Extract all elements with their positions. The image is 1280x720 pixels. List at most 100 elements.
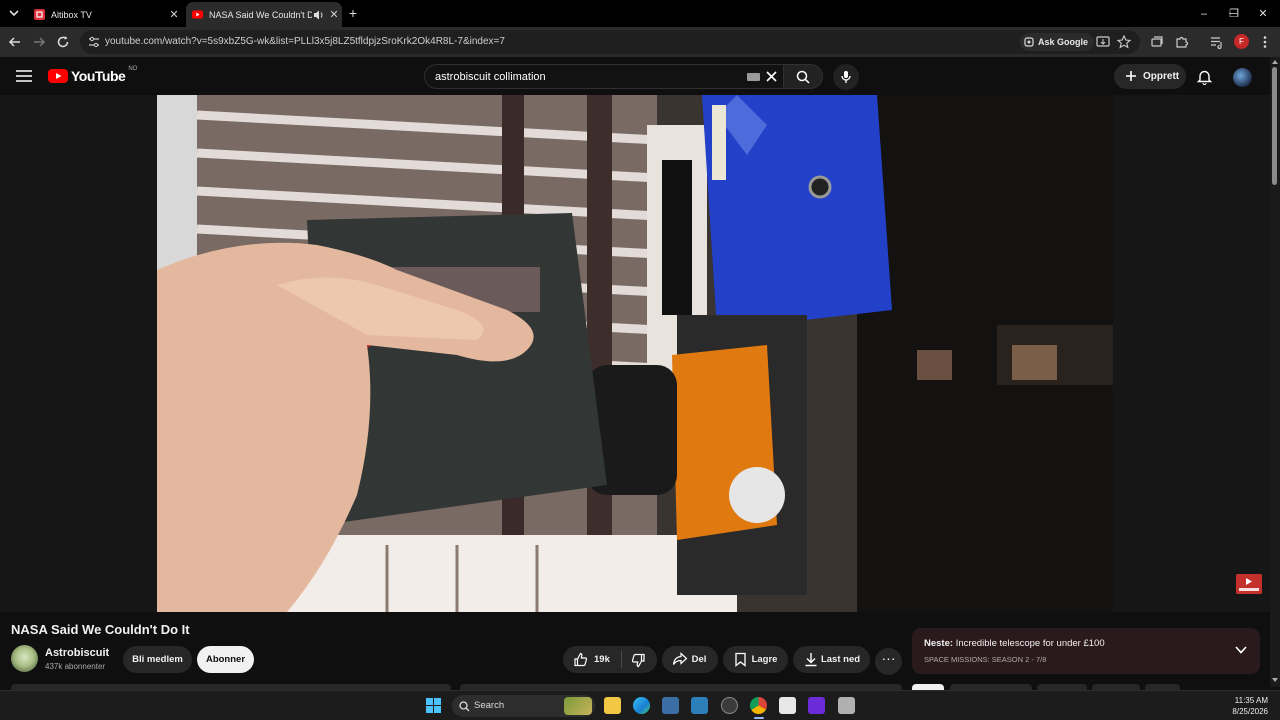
video-frame[interactable] — [157, 95, 1113, 612]
audio-playing-icon[interactable] — [312, 9, 326, 21]
share-button[interactable]: Del — [662, 646, 718, 673]
tab-groups-icon[interactable] — [1149, 34, 1165, 50]
subscriber-count: 437k abonnenter — [45, 662, 106, 671]
tab-close-icon[interactable]: ✕ — [326, 8, 342, 21]
system-clock[interactable]: 11:35 AM 8/25/2026 — [1222, 695, 1268, 717]
next-up-title-line: Neste: Incredible telescope for under £1… — [924, 638, 1105, 649]
youtube-wordmark: YouTube — [71, 68, 126, 84]
search-icon — [459, 701, 470, 712]
playlist-progress: SPACE MISSIONS: SEASON 2 - 7/8 — [924, 655, 1047, 664]
url-text[interactable]: youtube.com/watch?v=5s9xbZ5G-wk&list=PLL… — [105, 36, 505, 47]
forward-arrow-icon[interactable] — [31, 34, 47, 50]
scrollbar-thumb[interactable] — [1272, 67, 1277, 185]
video-title: NASA Said We Couldn't Do It — [11, 622, 190, 637]
youtube-logo[interactable]: YouTube NO — [48, 66, 138, 84]
youtube-favicon-icon — [192, 10, 203, 19]
clear-search-icon[interactable] — [765, 70, 778, 83]
windows-start-icon[interactable] — [426, 698, 441, 713]
youtube-masthead: YouTube NO astrobiscuit collimation Oppr… — [0, 57, 1270, 95]
guide-menu-icon[interactable] — [15, 69, 33, 83]
dislike-thumb-icon[interactable] — [631, 653, 646, 668]
browser-tab-strip: Altibox TV ✕ NASA Said We Couldn't Do It… — [0, 0, 1280, 27]
like-divider — [621, 651, 622, 668]
tab-close-icon[interactable]: ✕ — [166, 8, 182, 21]
search-query-text[interactable]: astrobiscuit collimation — [435, 71, 546, 83]
channel-avatar[interactable] — [11, 645, 38, 672]
tab-title: NASA Said We Couldn't Do It — [209, 9, 312, 20]
save-button[interactable]: Lagre — [723, 646, 788, 673]
download-icon — [805, 653, 817, 667]
share-label: Del — [691, 654, 707, 665]
back-arrow-icon[interactable] — [7, 34, 23, 50]
search-button[interactable] — [783, 64, 823, 89]
subscribe-button[interactable]: Abonner — [197, 646, 254, 673]
snipping-tool-icon[interactable] — [691, 697, 708, 714]
join-button[interactable]: Bli medlem — [123, 646, 192, 673]
new-tab-button[interactable]: + — [345, 5, 361, 21]
like-count[interactable]: 19k — [594, 654, 610, 665]
ask-google-button[interactable]: Ask Google — [1020, 33, 1095, 51]
like-dislike-group: 19k — [563, 646, 657, 673]
scroll-up-arrow-icon[interactable] — [1272, 60, 1278, 64]
extensions-puzzle-icon[interactable] — [1174, 34, 1190, 50]
voice-search-button[interactable] — [833, 64, 859, 90]
obsidian-icon[interactable] — [808, 697, 825, 714]
save-label: Lagre — [751, 654, 778, 665]
app-icon[interactable] — [838, 697, 855, 714]
store-app-icon[interactable] — [662, 697, 679, 714]
tab-altibox[interactable]: Altibox TV ✕ — [28, 2, 182, 27]
chrome-menu-icon[interactable] — [1257, 34, 1273, 50]
address-bar[interactable]: youtube.com/watch?v=5s9xbZ5G-wk&list=PLL… — [80, 30, 1140, 54]
next-up-title: Incredible telescope for under £100 — [955, 638, 1105, 649]
steam-icon[interactable] — [721, 697, 738, 714]
lens-icon — [1024, 37, 1034, 47]
minimize-icon[interactable]: – — [1187, 0, 1221, 27]
create-label: Opprett — [1143, 71, 1180, 82]
ask-google-label: Ask Google — [1038, 37, 1089, 47]
tab-title: Altibox TV — [51, 9, 92, 20]
search-highlight-image — [564, 697, 592, 715]
next-up-card[interactable]: Neste: Incredible telescope for under £1… — [912, 628, 1260, 674]
media-controls-icon[interactable] — [1209, 34, 1225, 50]
install-app-icon[interactable] — [1095, 34, 1111, 50]
save-bookmark-icon — [735, 652, 746, 667]
video-player[interactable] — [0, 95, 1270, 612]
create-button[interactable]: Opprett — [1114, 64, 1186, 89]
clock-time: 11:35 AM — [1234, 696, 1268, 705]
account-avatar[interactable] — [1233, 68, 1252, 87]
tab-search-chevron-icon[interactable] — [6, 5, 22, 21]
subscribe-watermark-icon[interactable] — [1236, 574, 1262, 594]
chrome-icon[interactable] — [750, 697, 767, 714]
search-icon — [796, 70, 810, 84]
altibox-favicon-icon — [34, 9, 45, 20]
file-explorer-icon[interactable] — [604, 697, 621, 714]
keyboard-icon[interactable] — [747, 73, 760, 81]
microphone-icon — [841, 71, 851, 83]
expand-chevron-down-icon[interactable] — [1235, 646, 1247, 654]
windows-taskbar: Search 11:35 AM 8/25/2026 — [0, 690, 1280, 720]
download-label: Last ned — [820, 654, 861, 665]
notifications-bell-icon[interactable] — [1197, 69, 1212, 85]
plus-icon — [1126, 71, 1136, 81]
scroll-down-arrow-icon[interactable] — [1272, 678, 1278, 682]
clock-date: 8/25/2026 — [1232, 707, 1268, 716]
next-up-prefix: Neste: — [924, 638, 954, 649]
close-window-icon[interactable]: ✕ — [1246, 0, 1280, 27]
reload-icon[interactable] — [55, 34, 71, 50]
channel-name[interactable]: Astrobiscuit — [45, 647, 109, 659]
bookmark-star-icon[interactable] — [1116, 34, 1132, 50]
download-button[interactable]: Last ned — [793, 646, 870, 673]
profile-avatar[interactable]: F — [1234, 34, 1249, 49]
site-info-icon[interactable] — [87, 35, 101, 49]
share-arrow-icon — [672, 652, 688, 665]
video-frame-image — [157, 95, 1113, 612]
tab-youtube-active[interactable]: NASA Said We Couldn't Do It ✕ — [186, 2, 342, 27]
like-thumb-icon[interactable] — [573, 652, 588, 667]
region-code: NO — [128, 66, 138, 72]
more-actions-icon[interactable]: ··· — [875, 648, 902, 675]
search-input[interactable]: astrobiscuit collimation — [424, 64, 783, 89]
page-scrollbar[interactable] — [1270, 57, 1280, 687]
taskbar-search-box[interactable]: Search — [452, 695, 595, 717]
notepad-icon[interactable] — [779, 697, 796, 714]
edge-browser-icon[interactable] — [633, 697, 650, 714]
